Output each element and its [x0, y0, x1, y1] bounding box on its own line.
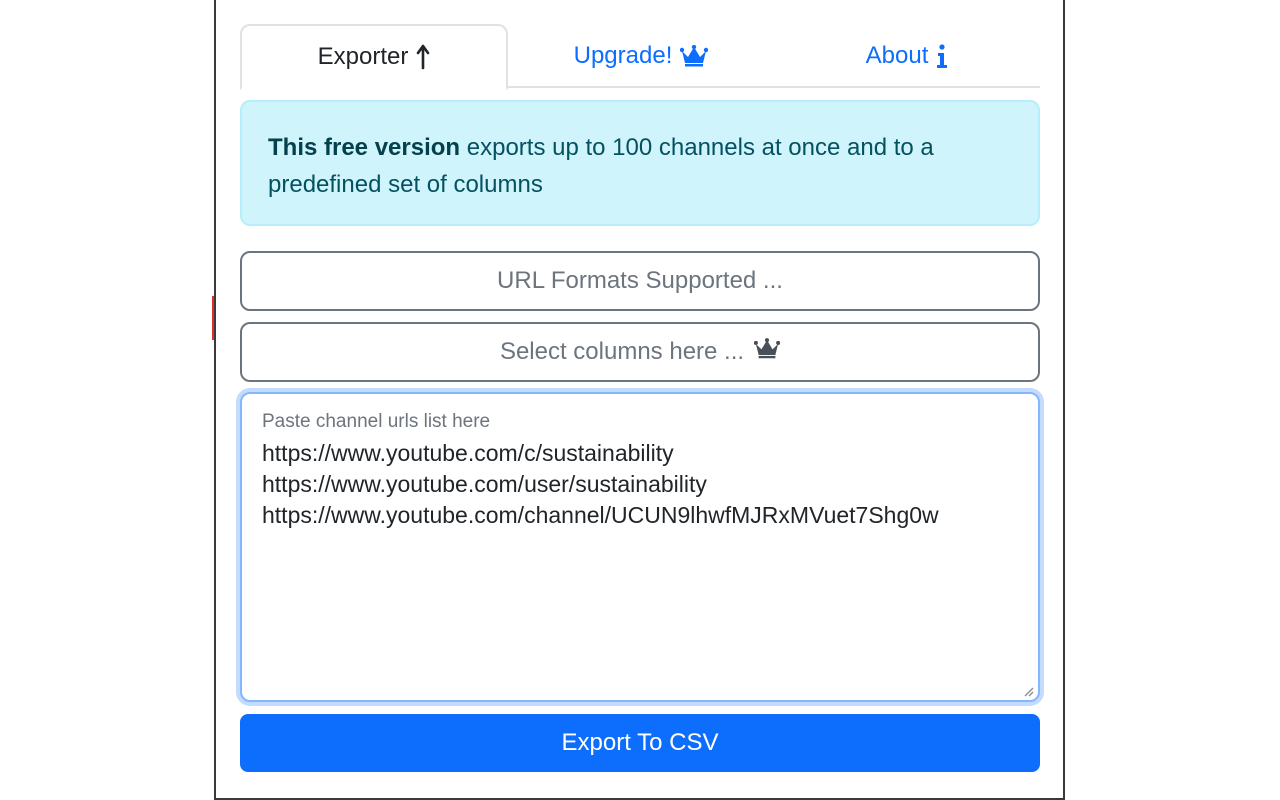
free-version-alert: This free version exports up to 100 chan… — [240, 100, 1040, 226]
url-formats-label: URL Formats Supported ... — [497, 267, 783, 294]
tab-bar: Exporter Upgrade! About — [240, 24, 1040, 90]
url-line: https://www.youtube.com/user/sustainabil… — [262, 471, 707, 497]
arrow-up-icon — [416, 44, 430, 70]
tab-about[interactable]: About — [774, 24, 1040, 88]
url-line: https://www.youtube.com/c/sustainability — [262, 440, 674, 466]
select-columns-label: Select columns here ... — [499, 338, 745, 365]
tab-label: Exporter — [317, 43, 409, 70]
alert-bold-text: This free version — [268, 134, 461, 161]
crown-icon — [680, 45, 709, 67]
textarea-placeholder: Paste channel urls list here — [262, 411, 491, 432]
extension-popup: Exporter Upgrade! About This free versio… — [214, 0, 1065, 800]
url-formats-button[interactable]: URL Formats Supported ... — [240, 251, 1040, 311]
channel-urls-textarea[interactable]: Paste channel urls list here https://www… — [240, 392, 1040, 702]
tab-exporter[interactable]: Exporter — [240, 24, 508, 90]
resize-handle-icon[interactable] — [1022, 684, 1034, 697]
tab-upgrade[interactable]: Upgrade! — [508, 24, 774, 88]
select-columns-button[interactable]: Select columns here ... — [240, 322, 1040, 382]
url-line: https://www.youtube.com/channel/UCUN9lhw… — [262, 502, 939, 528]
tab-label: About — [865, 42, 929, 69]
export-csv-button[interactable]: Export To CSV — [240, 714, 1040, 772]
tab-label: Upgrade! — [573, 42, 673, 69]
export-csv-label: Export To CSV — [561, 729, 719, 756]
crown-icon — [753, 338, 781, 366]
info-icon — [936, 43, 948, 69]
